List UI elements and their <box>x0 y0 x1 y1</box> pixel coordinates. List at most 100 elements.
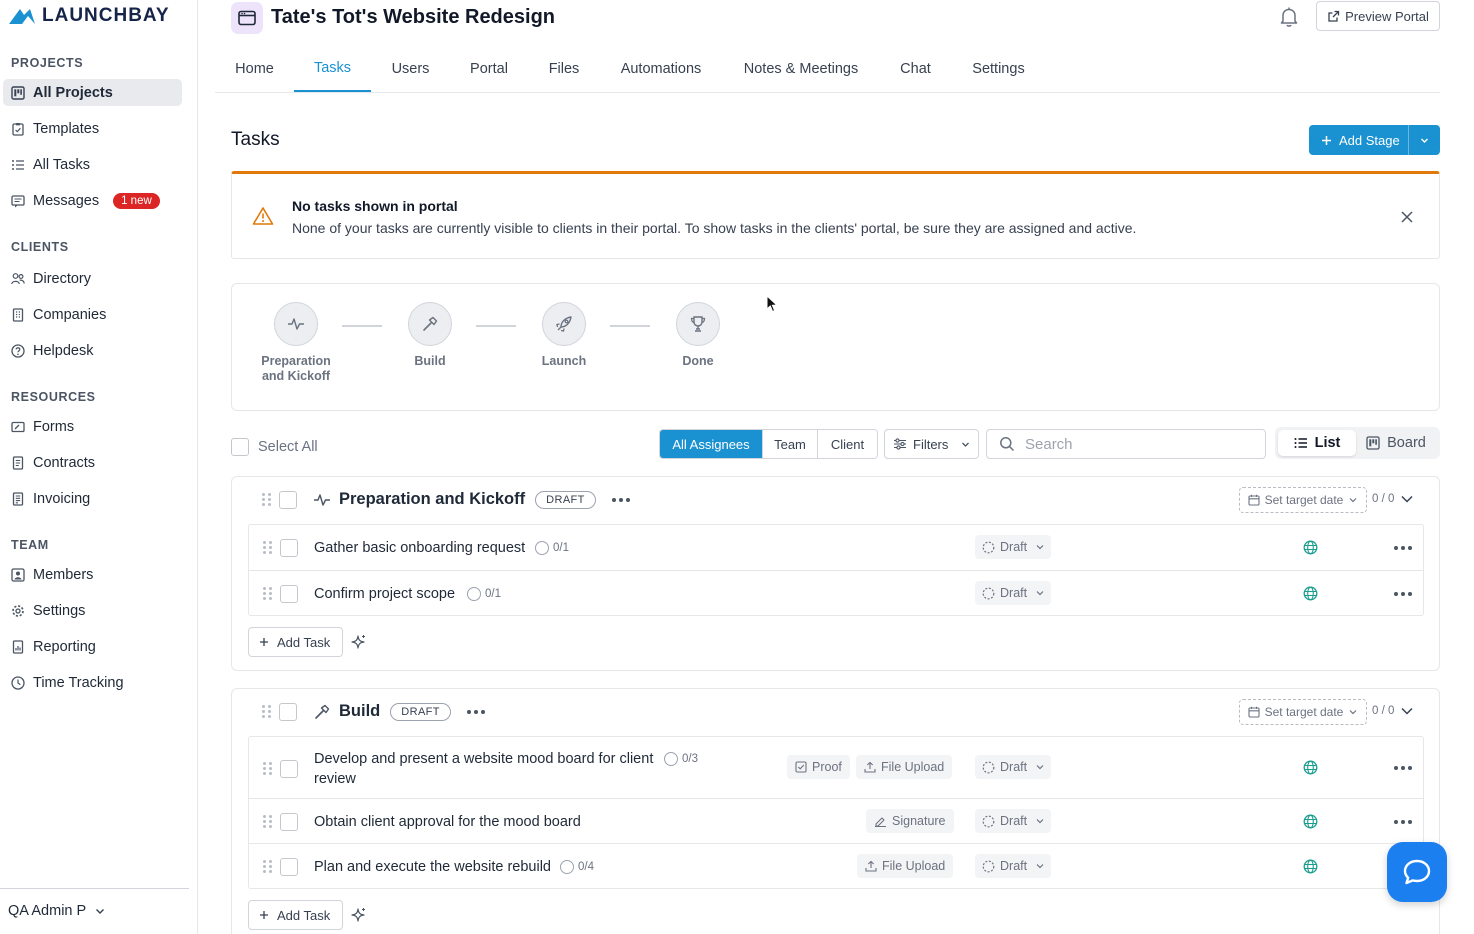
task-name[interactable]: Confirm project scope <box>314 584 455 604</box>
task-name[interactable]: Plan and execute the website rebuild <box>314 857 551 877</box>
task-checkbox[interactable] <box>280 858 298 876</box>
filter-all-assignees[interactable]: All Assignees <box>660 430 762 458</box>
more-options-icon[interactable] <box>1394 592 1412 596</box>
task-row[interactable]: Plan and execute the website rebuild 0/4… <box>249 843 1423 888</box>
globe-icon[interactable] <box>1303 814 1318 829</box>
subtask-progress: 0/4 <box>560 860 594 874</box>
alert-close-button[interactable] <box>1400 210 1414 224</box>
sidebar-item-invoicing[interactable]: Invoicing <box>3 485 182 512</box>
notifications-button[interactable] <box>1279 6 1299 28</box>
status-dropdown[interactable]: Draft <box>975 535 1051 559</box>
task-checkbox[interactable] <box>280 585 298 603</box>
set-target-date-button[interactable]: Set target date <box>1239 699 1367 725</box>
help-chat-button[interactable] <box>1387 842 1447 902</box>
preview-portal-button[interactable]: Preview Portal <box>1316 1 1440 31</box>
sidebar-item-messages[interactable]: Messages 1 new <box>3 187 182 214</box>
filter-client[interactable]: Client <box>817 430 877 458</box>
add-stage-dropdown[interactable] <box>1409 135 1440 146</box>
stage-label: Launch <box>541 354 587 368</box>
group-checkbox[interactable] <box>279 491 297 509</box>
drag-handle-icon[interactable] <box>263 762 272 775</box>
drag-handle-icon[interactable] <box>263 860 272 873</box>
globe-icon[interactable] <box>1303 859 1318 874</box>
filter-team[interactable]: Team <box>762 430 817 458</box>
add-task-button[interactable]: Add Task <box>248 627 343 657</box>
sidebar-item-reporting[interactable]: Reporting <box>3 633 182 660</box>
collapse-button[interactable] <box>1400 704 1414 718</box>
sidebar-item-members[interactable]: Members <box>3 561 182 588</box>
kanban-icon <box>11 85 25 100</box>
search-input[interactable] <box>1025 435 1245 453</box>
sidebar-item-templates[interactable]: Templates <box>3 115 182 142</box>
drag-handle-icon[interactable] <box>263 815 272 828</box>
progress-ring-icon <box>664 752 678 766</box>
ai-sparkle-button[interactable] <box>351 907 367 923</box>
user-menu[interactable]: QA Admin P <box>8 903 106 919</box>
calendar-icon <box>1248 706 1260 718</box>
more-options-icon[interactable] <box>611 497 630 502</box>
task-name[interactable]: Obtain client approval for the mood boar… <box>314 812 581 832</box>
task-checkbox[interactable] <box>280 539 298 557</box>
sidebar-item-all-tasks[interactable]: All Tasks <box>3 151 182 178</box>
tab-tasks[interactable]: Tasks <box>294 46 371 92</box>
collapse-button[interactable] <box>1400 492 1414 506</box>
ai-sparkle-button[interactable] <box>351 634 367 650</box>
group-checkbox[interactable] <box>279 703 297 721</box>
sidebar-item-helpdesk[interactable]: Helpdesk <box>3 337 182 364</box>
add-stage-button[interactable]: Add Stage <box>1309 125 1409 155</box>
task-row[interactable]: Obtain client approval for the mood boar… <box>249 798 1423 843</box>
sidebar-item-all-projects[interactable]: All Projects <box>3 79 182 106</box>
task-row[interactable]: Gather basic onboarding request 0/1 Draf… <box>249 525 1423 570</box>
globe-icon[interactable] <box>1303 586 1318 601</box>
tab-notes-meetings[interactable]: Notes & Meetings <box>722 46 880 92</box>
sidebar-item-settings[interactable]: Settings <box>3 597 182 624</box>
drag-handle-icon[interactable] <box>263 587 272 600</box>
tab-automations[interactable]: Automations <box>600 46 722 92</box>
more-options-icon[interactable] <box>466 709 485 714</box>
sidebar-item-forms[interactable]: Forms <box>3 413 182 440</box>
task-name[interactable]: Develop and present a website mood board… <box>314 749 653 789</box>
tab-users[interactable]: Users <box>371 46 450 92</box>
checkbox[interactable] <box>231 438 249 456</box>
board-view-button[interactable]: Board <box>1356 430 1436 456</box>
tab-chat[interactable]: Chat <box>880 46 951 92</box>
drag-handle-icon[interactable] <box>262 493 271 506</box>
launchbay-logo[interactable]: LAUNCHBAY <box>8 5 170 27</box>
status-dropdown[interactable]: Draft <box>975 809 1051 833</box>
sidebar-item-directory[interactable]: Directory <box>3 265 182 292</box>
globe-icon[interactable] <box>1303 760 1318 775</box>
trophy-icon <box>676 302 720 346</box>
tab-portal[interactable]: Portal <box>450 46 528 92</box>
select-all-checkbox[interactable]: Select All <box>231 438 318 456</box>
task-checkbox[interactable] <box>280 813 298 831</box>
set-target-date-button[interactable]: Set target date <box>1239 487 1367 513</box>
more-options-icon[interactable] <box>1394 546 1412 550</box>
task-row[interactable]: Develop and present a website mood board… <box>249 737 1423 798</box>
globe-icon[interactable] <box>1303 540 1318 555</box>
status-dropdown[interactable]: Draft <box>975 581 1051 605</box>
stage-build[interactable]: Build <box>390 302 470 369</box>
drag-handle-icon[interactable] <box>262 705 271 718</box>
stage-launch[interactable]: Launch <box>524 302 604 369</box>
list-view-button[interactable]: List <box>1278 430 1356 456</box>
tab-settings[interactable]: Settings <box>951 46 1046 92</box>
tab-home[interactable]: Home <box>215 46 294 92</box>
sidebar-item-contracts[interactable]: Contracts <box>3 449 182 476</box>
drag-handle-icon[interactable] <box>263 541 272 554</box>
status-dropdown[interactable]: Draft <box>975 854 1051 878</box>
more-options-icon[interactable] <box>1394 766 1412 770</box>
task-row[interactable]: Confirm project scope 0/1 Draft <box>249 570 1423 615</box>
stage-preparation-kickoff[interactable]: Preparation and Kickoff <box>256 302 336 384</box>
task-checkbox[interactable] <box>280 760 298 778</box>
stage-group-build: Build DRAFT Set target date 0 / 0 Develo… <box>231 688 1440 934</box>
add-task-button[interactable]: Add Task <box>248 900 343 930</box>
sidebar-item-time-tracking[interactable]: Time Tracking <box>3 669 182 696</box>
chat-bubble-icon <box>1403 859 1431 885</box>
tab-files[interactable]: Files <box>528 46 600 92</box>
status-dropdown[interactable]: Draft <box>975 755 1051 779</box>
filters-dropdown[interactable]: Filters <box>884 429 979 459</box>
more-options-icon[interactable] <box>1394 820 1412 824</box>
task-name[interactable]: Gather basic onboarding request <box>314 538 525 558</box>
sidebar-item-companies[interactable]: Companies <box>3 301 182 328</box>
stage-done[interactable]: Done <box>658 302 738 369</box>
